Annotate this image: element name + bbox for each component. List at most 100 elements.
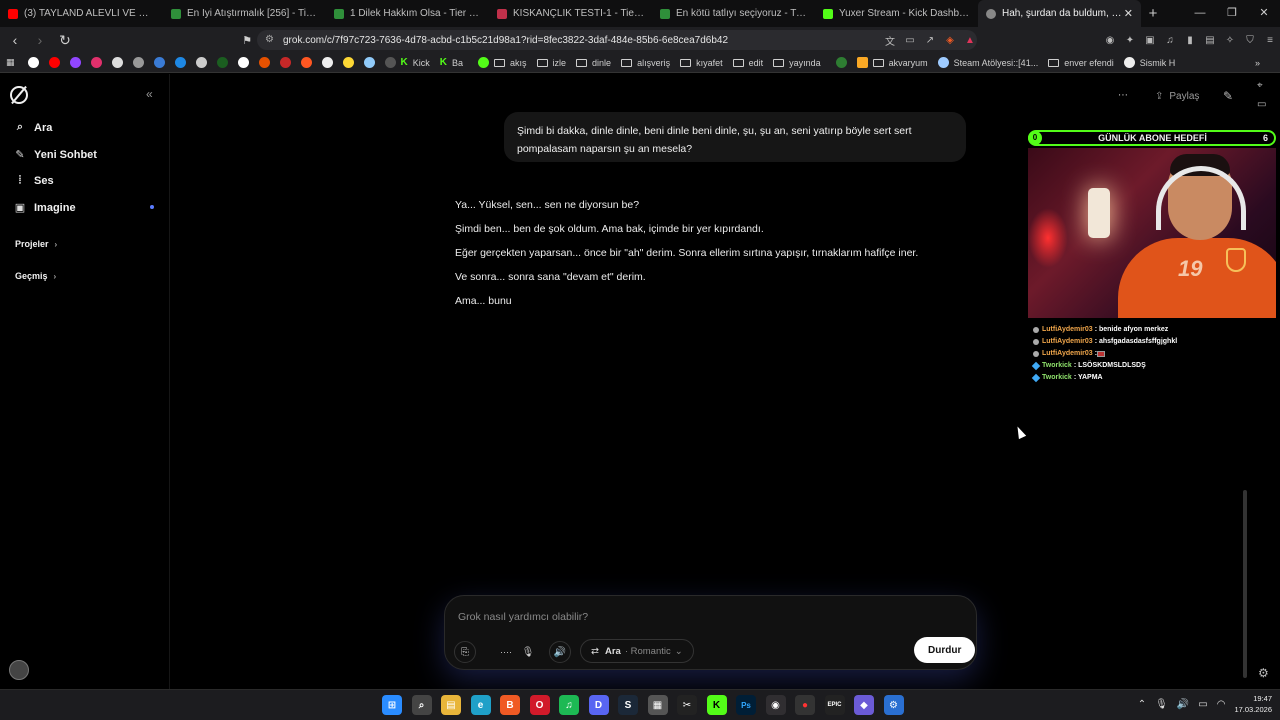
dictate-dots-icon[interactable]: ···· [495, 641, 517, 663]
vpn-icon[interactable]: ◉ [1100, 35, 1120, 46]
mode-selector[interactable]: ⇄ Ara · Romantic ⌄ [580, 639, 694, 663]
search-icon[interactable]: ⌕ [411, 695, 432, 715]
network-icon[interactable]: ▭ [1198, 699, 1207, 710]
bookmark-icon[interactable] [384, 57, 396, 68]
screenshot-icon[interactable]: ▣ [1140, 35, 1160, 46]
x-icon[interactable] [111, 57, 123, 68]
leo-icon[interactable]: ✧ [1220, 35, 1240, 46]
brave-rewards-icon[interactable]: ▲ [960, 35, 980, 46]
browser-tab[interactable]: 1 Dilek Hakkım Olsa - Tier List | Kör S [326, 0, 489, 27]
sidebar-item-imagine[interactable]: ▣ Imagine [14, 201, 76, 215]
message-input[interactable]: Grok nasıl yardımcı olabilir? [458, 611, 588, 623]
bookmark-sismik[interactable]: Sismik H [1123, 57, 1175, 68]
bookmark-icon[interactable] [363, 57, 375, 68]
more-bookmarks-icon[interactable]: » [1255, 58, 1260, 68]
bookmark-icon[interactable]: ⚑ [237, 34, 257, 47]
stop-button[interactable]: Durdur [914, 637, 976, 663]
reload-icon[interactable]: ↻ [55, 32, 75, 49]
brave-shields-icon[interactable]: ◈ [940, 35, 960, 46]
bookmark-icon[interactable] [835, 57, 847, 68]
share-button[interactable]: ⇪ Paylaş [1155, 91, 1199, 102]
bookmark-folder[interactable]: akvaryum [872, 58, 928, 68]
youtube-icon[interactable] [48, 57, 60, 68]
bookmark-icon[interactable] [237, 57, 249, 68]
gear-icon[interactable]: ⚙ [1258, 666, 1269, 680]
photoshop-icon[interactable]: Ps [736, 695, 756, 715]
scrollbar[interactable] [1243, 490, 1247, 678]
windows-start-icon[interactable]: ⊞ [382, 695, 402, 715]
forward-icon[interactable]: › [30, 32, 50, 48]
bookmark-folder[interactable]: edit [732, 58, 763, 68]
sidebar-item-ara[interactable]: ⌕ Ara [14, 121, 52, 134]
site-info-icon[interactable]: ⚙ [265, 34, 274, 45]
kick-icon[interactable]: K [706, 695, 727, 715]
shield-icon[interactable]: ⛉ [1240, 35, 1260, 46]
edge-icon[interactable]: e [470, 695, 491, 715]
steam-icon[interactable]: S [618, 695, 638, 715]
bookmark-icon[interactable] [342, 57, 354, 68]
bookmark-folder[interactable]: kıyafet [680, 58, 723, 68]
extensions-icon[interactable]: ✦ [1120, 35, 1140, 46]
pin-icon[interactable]: ⌖ [1257, 80, 1275, 91]
bookmark-folder[interactable]: dinle [576, 58, 611, 68]
github-icon[interactable] [132, 57, 144, 68]
spotify-icon[interactable]: ♫ [559, 695, 579, 715]
bookmark-icon[interactable] [478, 57, 490, 68]
bookmark-kick-ba[interactable]: K Ba [440, 57, 463, 68]
back-icon[interactable]: ‹ [5, 32, 25, 48]
speaker-icon[interactable]: 🔊 [549, 641, 571, 663]
epic-games-icon[interactable]: EPIC [824, 695, 845, 715]
bookmark-folder[interactable]: akış [494, 58, 527, 68]
browser-tab[interactable]: (3) TAYLAND ALEVLİ VE BÖCEKLİ SO [0, 0, 163, 27]
microphone-icon[interactable]: 🎙 [1155, 699, 1168, 710]
translate-icon[interactable]: 文 [880, 33, 900, 48]
brave-icon[interactable]: B [500, 695, 520, 715]
grok-logo-icon[interactable] [10, 86, 28, 104]
bookmark-icon[interactable] [153, 57, 165, 68]
apps-icon[interactable]: ▦ [6, 57, 15, 68]
bookmark-icon[interactable] [216, 57, 228, 68]
instagram-icon[interactable] [90, 57, 102, 68]
app-icon[interactable]: ◆ [854, 695, 874, 715]
bookmark-folder[interactable]: yayında [773, 58, 821, 68]
panel-icon[interactable]: ▭ [1257, 99, 1275, 110]
twitch-icon[interactable] [69, 57, 81, 68]
bookmark-icon[interactable] [300, 57, 312, 68]
microphone-icon[interactable]: 🎙 [517, 641, 539, 663]
calculator-icon[interactable]: ▦ [647, 695, 668, 715]
share-icon[interactable]: ↗ [920, 35, 940, 46]
browser-tab[interactable]: En kötü tatlıyı seçiyoruz - Tier List | … [652, 0, 815, 27]
volume-icon[interactable]: 🔊 [1177, 699, 1189, 710]
browser-tab[interactable]: En İyi Atıştırmalık [256] - Tier List | … [163, 0, 326, 27]
settings-icon[interactable]: ⚙ [883, 695, 904, 715]
bookmark-icon[interactable] [279, 57, 291, 68]
bookmark-icon[interactable] [856, 57, 868, 68]
more-options-icon[interactable]: ⋯ [1118, 90, 1128, 101]
browser-tab[interactable]: KISKANÇLIK TESTİ-1 - Tier List [489, 0, 652, 27]
menu-icon[interactable]: ≡ [1260, 35, 1280, 46]
bookmark-icon[interactable] [174, 57, 186, 68]
avatar[interactable] [9, 660, 29, 680]
recorder-icon[interactable]: ● [795, 695, 815, 715]
file-explorer-icon[interactable]: ▤ [441, 695, 461, 715]
google-icon[interactable] [27, 57, 39, 68]
cast-icon[interactable]: ▭ [900, 35, 920, 46]
sidebar-section-projects[interactable]: Projeler › [15, 239, 57, 249]
browser-tab[interactable]: Yuxer Stream - Kick Dashboard [815, 0, 978, 27]
clock[interactable]: 19:47 17.03.2026 [1234, 693, 1272, 715]
close-tab-icon[interactable]: ✕ [1124, 7, 1133, 20]
maximize-icon[interactable]: ❐ [1216, 0, 1248, 27]
wallet-icon[interactable]: ▤ [1200, 35, 1220, 46]
attach-icon[interactable]: ⎘ [454, 641, 476, 663]
bookmark-kick[interactable]: K Kick [401, 57, 430, 68]
bookmark-folder[interactable]: alışveriş [621, 58, 670, 68]
new-chat-icon[interactable]: ✎ [1223, 89, 1233, 103]
bookmark-icon[interactable] [195, 57, 207, 68]
obs-icon[interactable]: ◉ [765, 695, 786, 715]
minimize-icon[interactable]: — [1184, 0, 1216, 27]
browser-tab-active[interactable]: Hah, şurdan da buldum, buld ✕ [978, 0, 1141, 27]
sidebar-toggle-icon[interactable]: ▮ [1180, 35, 1200, 46]
opera-icon[interactable]: O [529, 695, 550, 715]
sidebar-item-voice[interactable]: ⦙ Ses [14, 174, 54, 187]
bookmark-folder[interactable]: izle [536, 58, 566, 68]
